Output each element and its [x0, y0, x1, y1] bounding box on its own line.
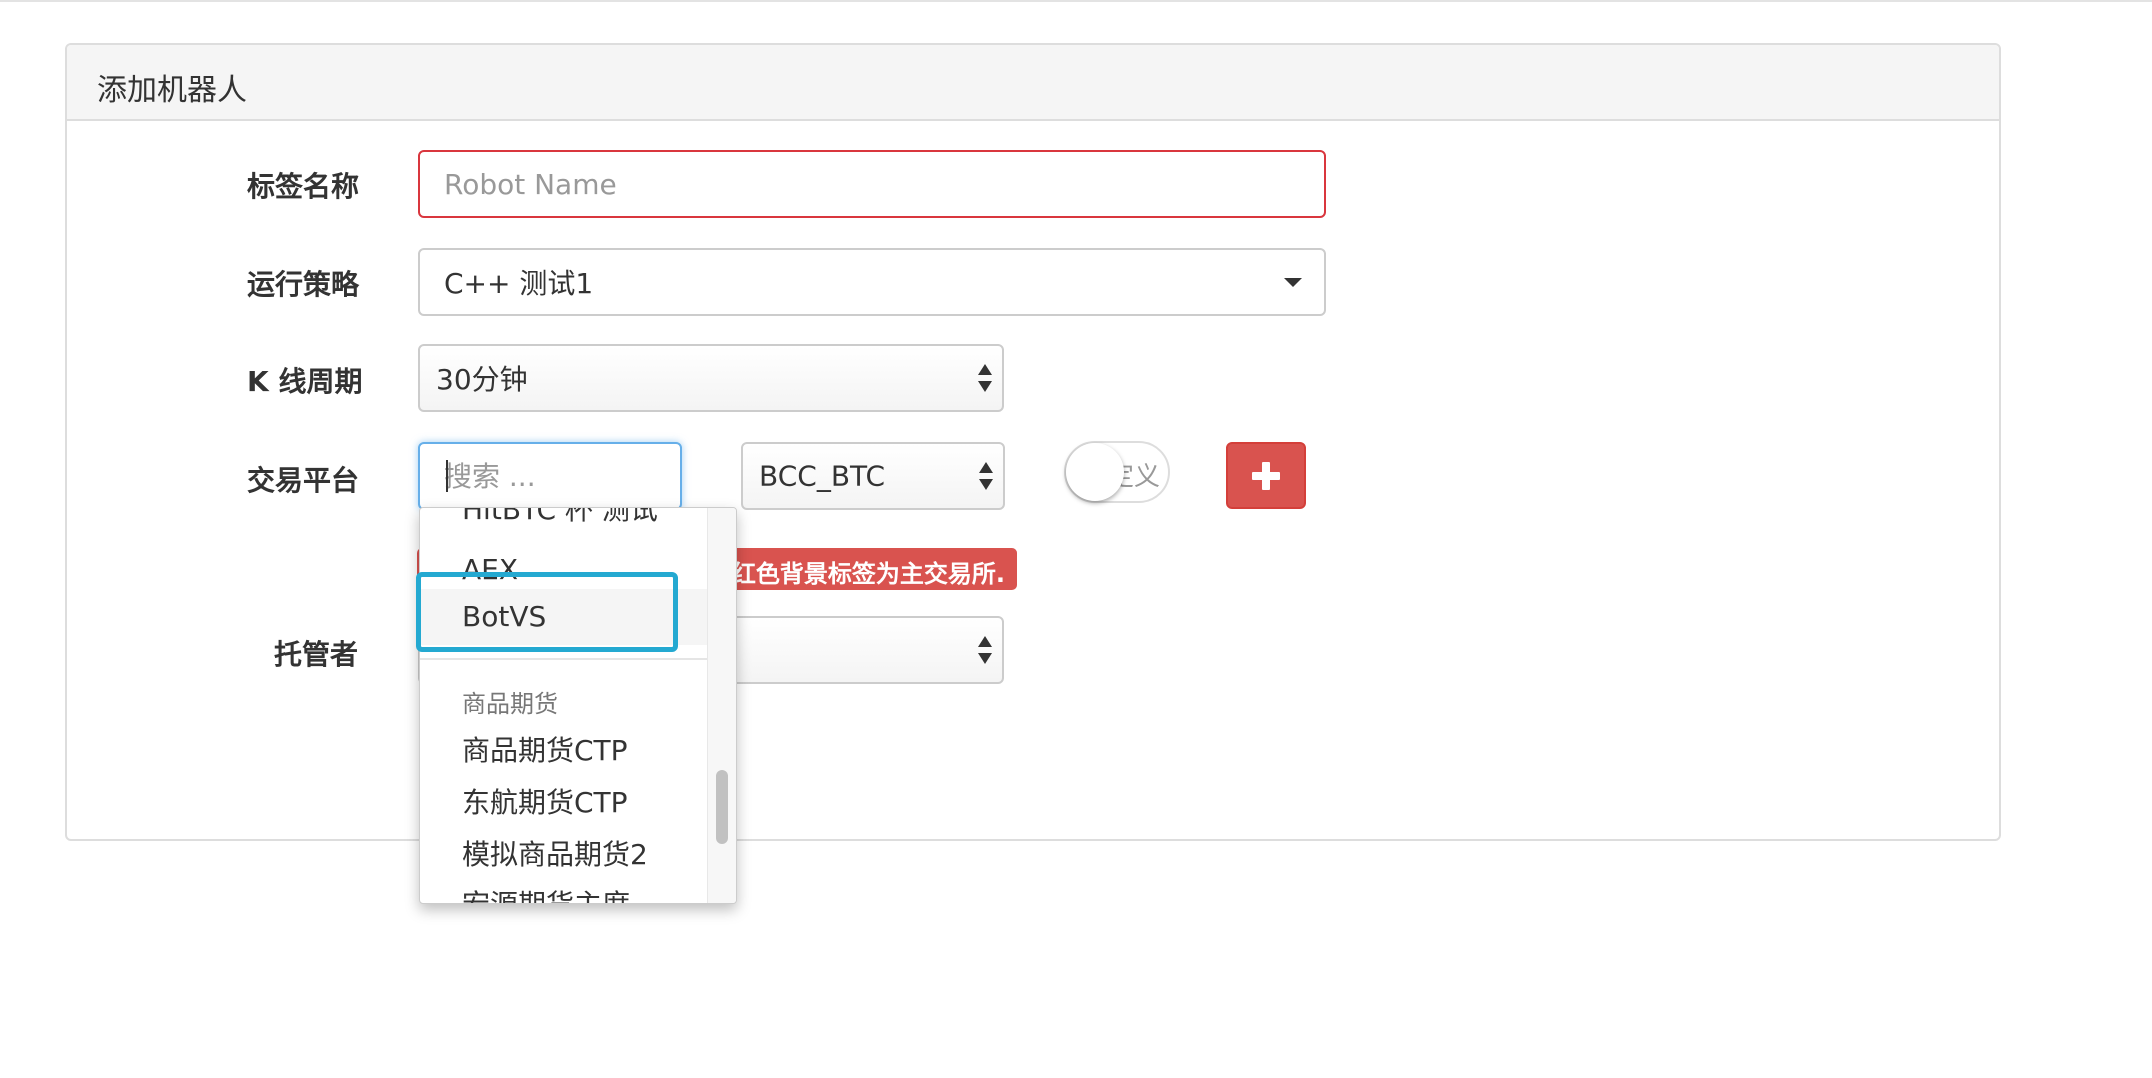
- label-strategy: 运行策略: [247, 268, 360, 301]
- dropdown-item[interactable]: 模拟商品期货2: [420, 830, 708, 880]
- panel-title: 添加机器人: [97, 73, 247, 108]
- strategy-selected-value: C++ 测试1: [444, 267, 594, 300]
- dropdown-item[interactable]: 东航期货CTP: [420, 778, 708, 828]
- robot-name-input[interactable]: [418, 150, 1326, 218]
- dropdown-item[interactable]: 宏源期货主席: [420, 880, 708, 903]
- trading-pair-select[interactable]: BCC_BTC: [741, 442, 1005, 510]
- updown-arrows-icon: [979, 462, 993, 490]
- plus-icon: [1252, 461, 1280, 490]
- dropdown-divider: [420, 658, 708, 660]
- exchange-search-input[interactable]: [418, 442, 682, 510]
- dropdown-scrollbar[interactable]: [707, 508, 736, 903]
- exchange-dropdown-list: HitBTC 杯 测试 AEX BotVS 商品期货 商品期货CTP 东航期货C…: [420, 508, 708, 903]
- page-root: 添加机器人 标签名称 运行策略 C++ 测试1 K 线周期 30分钟 交易平台 …: [0, 0, 2152, 1078]
- panel-heading: 添加机器人: [67, 45, 1999, 121]
- updown-arrows-icon: [978, 636, 992, 664]
- dropdown-item[interactable]: HitBTC 杯 测试: [420, 508, 708, 530]
- dropdown-item[interactable]: 商品期货CTP: [420, 726, 708, 776]
- kline-period-select[interactable]: 30分钟: [418, 344, 1004, 412]
- selection-highlight-box: [416, 572, 678, 652]
- top-divider: [0, 0, 2152, 2]
- exchange-dropdown[interactable]: HitBTC 杯 测试 AEX BotVS 商品期货 商品期货CTP 东航期货C…: [419, 507, 737, 904]
- dropdown-scroll-thumb[interactable]: [716, 770, 728, 844]
- updown-arrows-icon: [978, 364, 992, 392]
- label-kline-period: K 线周期: [247, 365, 363, 398]
- add-exchange-button[interactable]: [1226, 442, 1306, 509]
- toggle-knob: [1066, 443, 1124, 501]
- label-exchange: 交易平台: [247, 464, 360, 497]
- chevron-down-icon: [1284, 278, 1302, 287]
- trading-pair-value: BCC_BTC: [759, 459, 886, 493]
- text-cursor: [446, 460, 448, 492]
- custom-pair-toggle[interactable]: 自定义: [1064, 441, 1170, 503]
- dropdown-group-header: 商品期货: [462, 690, 558, 718]
- label-host: 托管者: [274, 638, 359, 671]
- kline-period-value: 30分钟: [436, 363, 528, 396]
- strategy-select[interactable]: C++ 测试1: [418, 248, 1326, 316]
- main-exchange-note-text: 红色背景标签为主交易所.: [731, 560, 1005, 588]
- label-robot-name: 标签名称: [247, 170, 360, 203]
